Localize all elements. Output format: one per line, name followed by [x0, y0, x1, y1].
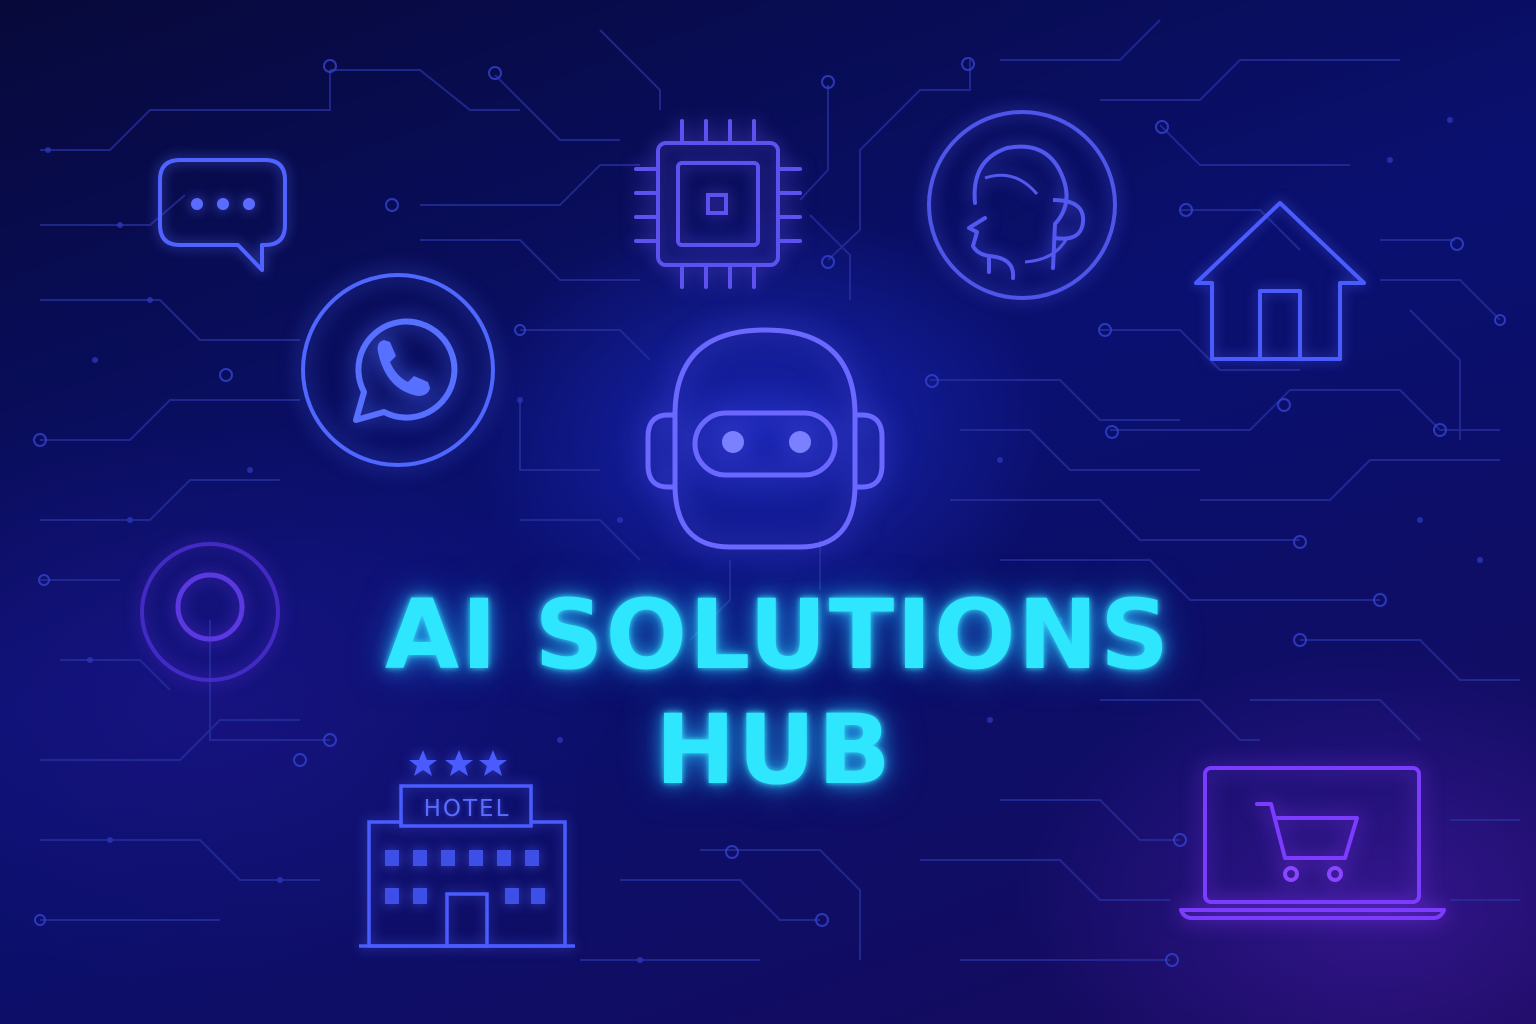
headline-line-1: AI SOLUTIONS	[384, 579, 1172, 691]
chat-bubble-icon	[150, 150, 295, 280]
microchip-icon	[630, 115, 805, 295]
banner-canvas: HOTEL AI SOLUTIONS HUB	[0, 0, 1536, 1024]
whatsapp-icon	[298, 270, 498, 470]
headline-line-2: HUB	[655, 694, 893, 806]
support-agent-icon	[925, 108, 1125, 308]
robot-head-icon	[640, 325, 890, 555]
home-icon	[1190, 195, 1370, 365]
